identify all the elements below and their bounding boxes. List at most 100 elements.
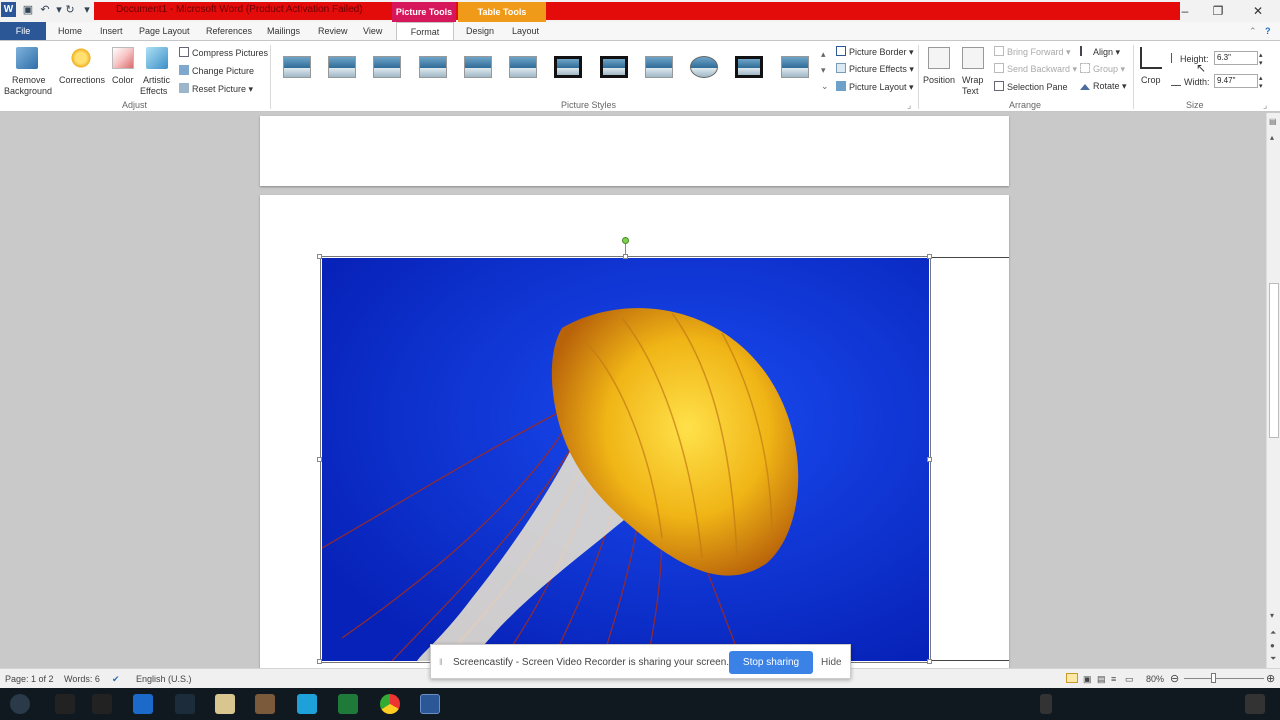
- group-button[interactable]: Group ▾: [1080, 63, 1125, 75]
- gallery-more-icon[interactable]: ⌄: [821, 81, 829, 92]
- taskbar-search-icon[interactable]: [55, 694, 75, 714]
- size-launcher-icon[interactable]: ⌟: [1263, 100, 1267, 111]
- resize-handle-top[interactable]: [623, 254, 628, 259]
- picture-style-11[interactable]: [735, 56, 763, 78]
- taskbar-task-view-icon[interactable]: [92, 694, 112, 714]
- tab-review[interactable]: Review: [318, 22, 348, 40]
- tab-view[interactable]: View: [363, 22, 382, 40]
- send-backward-button[interactable]: Send Backward ▾: [994, 63, 1077, 75]
- compress-pictures-button[interactable]: Compress Pictures: [179, 47, 268, 58]
- tab-home[interactable]: Home: [58, 22, 82, 40]
- gallery-scroll-up-icon[interactable]: ▴: [821, 49, 826, 60]
- stop-sharing-button[interactable]: Stop sharing: [729, 651, 813, 674]
- zoom-level[interactable]: 80%: [1146, 674, 1164, 684]
- ruler-toggle-icon[interactable]: ▤: [1269, 117, 1277, 126]
- proofing-icon[interactable]: ✔: [112, 674, 120, 685]
- document-page-1[interactable]: [260, 116, 1009, 186]
- resize-handle-bottom-left[interactable]: [317, 659, 322, 664]
- gallery-scroll-down-icon[interactable]: ▾: [821, 65, 826, 76]
- page-count[interactable]: Page: 1 of 2: [5, 674, 54, 684]
- height-spinner[interactable]: ▴ ▾: [1259, 51, 1263, 67]
- change-picture-button[interactable]: Change Picture: [179, 65, 254, 76]
- picture-styles-launcher-icon[interactable]: ⌟: [907, 100, 911, 111]
- scroll-up-icon[interactable]: ▴: [1270, 133, 1274, 142]
- minimize-ribbon-icon[interactable]: ⌃: [1249, 22, 1257, 40]
- draft-view-icon[interactable]: ▭: [1125, 674, 1134, 685]
- save-icon[interactable]: ▣: [21, 3, 35, 17]
- redo-icon[interactable]: ↻: [63, 3, 77, 17]
- tab-references[interactable]: References: [206, 22, 252, 40]
- customize-qat-icon[interactable]: ▾: [80, 3, 94, 17]
- zoom-in-button[interactable]: ⊕: [1266, 672, 1275, 685]
- undo-icon[interactable]: ↶: [38, 3, 52, 17]
- tab-page-layout[interactable]: Page Layout: [139, 22, 190, 40]
- browse-object-icon[interactable]: ●: [1270, 641, 1275, 650]
- picture-effects-button[interactable]: Picture Effects ▾: [836, 63, 914, 75]
- full-screen-view-icon[interactable]: ▣: [1083, 674, 1092, 685]
- picture-style-12[interactable]: [781, 56, 809, 78]
- next-page-icon[interactable]: ⏷: [1270, 654, 1276, 664]
- rotate-handle[interactable]: [622, 237, 629, 244]
- help-icon[interactable]: ?: [1265, 22, 1271, 40]
- tab-design[interactable]: Design: [466, 22, 494, 40]
- picture-style-10[interactable]: [690, 56, 718, 78]
- scroll-thumb[interactable]: [1269, 283, 1279, 438]
- tab-layout[interactable]: Layout: [512, 22, 539, 40]
- start-button-icon[interactable]: [10, 694, 30, 714]
- width-spinner[interactable]: ▴ ▾: [1259, 74, 1263, 90]
- taskbar-app-icon[interactable]: [255, 694, 275, 714]
- taskbar-ie-icon[interactable]: [133, 694, 153, 714]
- reset-picture-button[interactable]: Reset Picture ▾: [179, 83, 253, 95]
- web-layout-view-icon[interactable]: ▤: [1097, 674, 1106, 685]
- resize-handle-right[interactable]: [927, 457, 932, 462]
- word-count[interactable]: Words: 6: [64, 674, 100, 684]
- word-app-icon[interactable]: W: [1, 2, 16, 17]
- picture-style-4[interactable]: [419, 56, 447, 78]
- print-layout-view-icon[interactable]: [1066, 673, 1078, 683]
- align-button[interactable]: Align ▾: [1080, 46, 1120, 58]
- height-input[interactable]: 6.3": [1214, 51, 1258, 65]
- picture-style-1[interactable]: [283, 56, 311, 78]
- picture-style-8[interactable]: [600, 56, 628, 78]
- taskbar-excel-icon[interactable]: [338, 694, 358, 714]
- resize-handle-bottom-right[interactable]: [927, 659, 932, 664]
- resize-handle-left[interactable]: [317, 457, 322, 462]
- picture-layout-button[interactable]: Picture Layout ▾: [836, 81, 914, 93]
- picture-border-button[interactable]: Picture Border ▾: [836, 46, 914, 58]
- tab-mailings[interactable]: Mailings: [267, 22, 300, 40]
- minimize-button[interactable]: –: [1172, 2, 1198, 20]
- language-indicator[interactable]: English (U.S.): [136, 674, 192, 684]
- taskbar-word-icon[interactable]: [420, 694, 440, 714]
- zoom-slider-thumb[interactable]: [1211, 673, 1216, 683]
- tray-pen-icon[interactable]: [1040, 694, 1052, 714]
- outline-view-icon[interactable]: ≡: [1111, 674, 1116, 684]
- picture-style-7[interactable]: [554, 56, 582, 78]
- restore-button[interactable]: ❐: [1205, 2, 1231, 20]
- zoom-out-button[interactable]: ⊖: [1170, 672, 1179, 685]
- selection-pane-button[interactable]: Selection Pane: [994, 81, 1068, 92]
- taskbar-chrome-icon[interactable]: [380, 694, 400, 714]
- resize-handle-top-left[interactable]: [317, 254, 322, 259]
- picture-style-5[interactable]: [464, 56, 492, 78]
- tab-format[interactable]: Format: [396, 22, 454, 40]
- tab-file[interactable]: File: [0, 22, 46, 40]
- picture-style-6[interactable]: [509, 56, 537, 78]
- taskbar-skype-icon[interactable]: [297, 694, 317, 714]
- document-area[interactable]: [0, 113, 1266, 668]
- tray-notifications-icon[interactable]: [1245, 694, 1265, 714]
- rotate-button[interactable]: Rotate ▾: [1080, 81, 1127, 92]
- taskbar-media-icon[interactable]: [175, 694, 195, 714]
- picture-style-2[interactable]: [328, 56, 356, 78]
- drag-handle-icon[interactable]: ‖: [439, 657, 443, 667]
- previous-page-icon[interactable]: ⏶: [1270, 628, 1276, 638]
- tab-insert[interactable]: Insert: [100, 22, 123, 40]
- scroll-down-icon[interactable]: ▾: [1270, 611, 1274, 620]
- taskbar-explorer-icon[interactable]: [215, 694, 235, 714]
- hide-banner-button[interactable]: Hide: [821, 657, 842, 668]
- picture-style-9[interactable]: [645, 56, 673, 78]
- vertical-scrollbar[interactable]: ▤ ▴ ▾ ⏶ ● ⏷: [1266, 113, 1280, 668]
- bring-forward-button[interactable]: Bring Forward ▾: [994, 46, 1071, 58]
- width-input[interactable]: 9.47": [1214, 74, 1258, 88]
- close-button[interactable]: ✕: [1245, 2, 1271, 20]
- resize-handle-top-right[interactable]: [927, 254, 932, 259]
